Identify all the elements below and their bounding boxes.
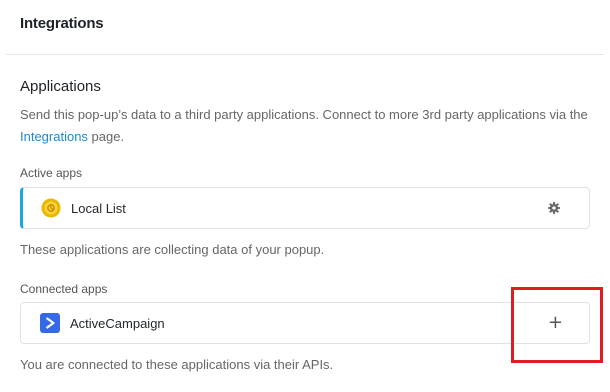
- gear-icon[interactable]: [547, 201, 561, 215]
- connected-apps-note: You are connected to these applications …: [20, 357, 334, 372]
- local-list-icon: [41, 198, 61, 218]
- applications-title: Applications: [20, 78, 101, 95]
- page-title: Integrations: [20, 15, 104, 32]
- applications-description: Send this pop-up’s data to a third party…: [20, 104, 590, 148]
- integrations-link[interactable]: Integrations: [20, 129, 88, 144]
- activecampaign-icon: [40, 313, 60, 333]
- description-suffix: page.: [87, 129, 125, 144]
- active-apps-note: These applications are collecting data o…: [20, 242, 325, 257]
- connected-apps-label: Connected apps: [20, 282, 108, 296]
- app-name: ActiveCampaign: [70, 316, 165, 331]
- active-apps-label: Active apps: [20, 166, 83, 180]
- highlight-box: [511, 287, 603, 363]
- app-card-activecampaign[interactable]: ActiveCampaign +: [20, 302, 590, 344]
- app-name: Local List: [71, 201, 126, 216]
- description-text: Send this pop-up’s data to a third party…: [20, 107, 588, 122]
- integrations-header: Integrations: [6, 0, 604, 55]
- app-card-local-list[interactable]: Local List: [20, 187, 590, 229]
